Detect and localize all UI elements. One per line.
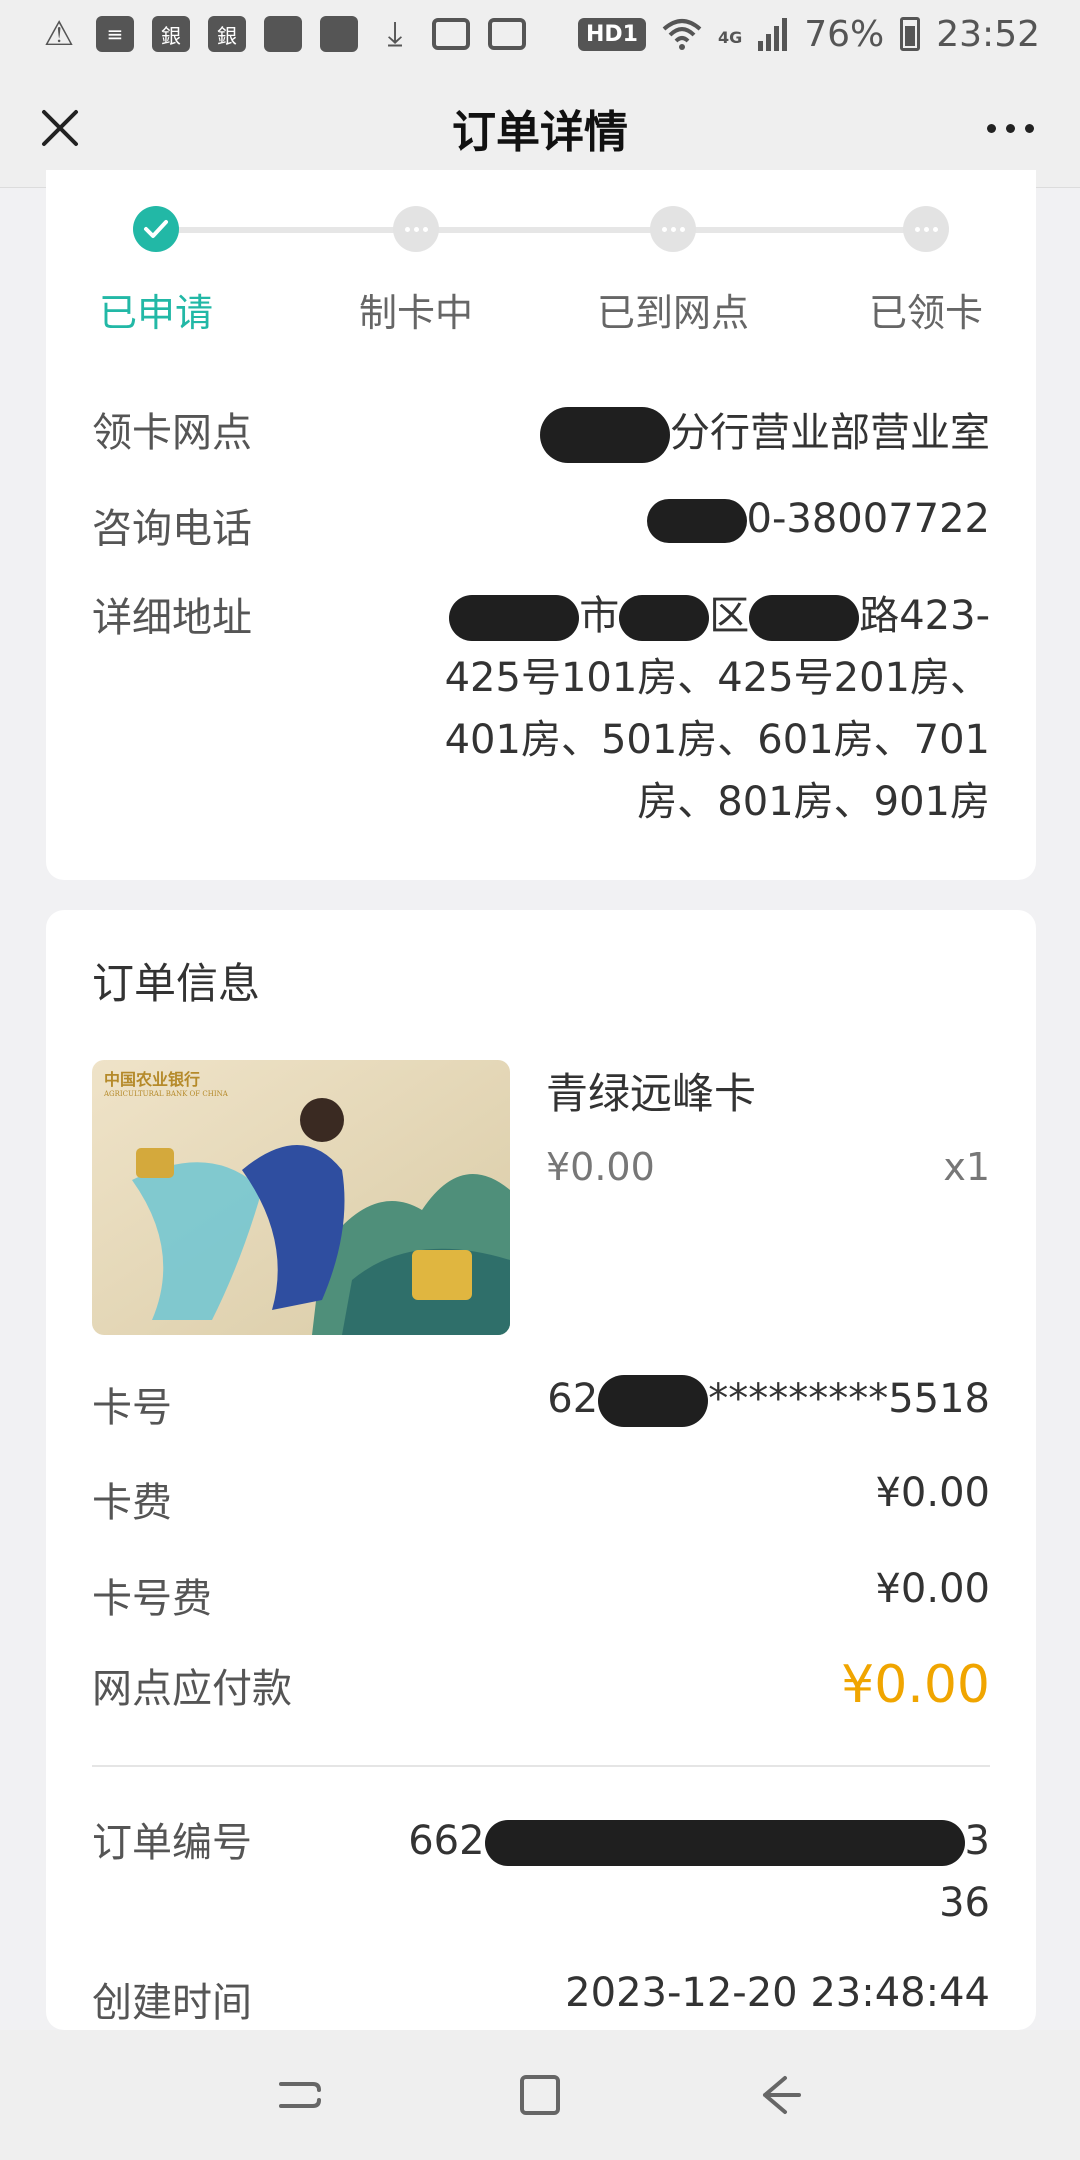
app-icon — [264, 16, 302, 52]
step-applied: 已申请 — [56, 170, 256, 337]
phone-label: 咨询电话 — [92, 506, 252, 552]
branch-card: 已申请 制卡中 已到网点 已领卡 领卡网点 分行营业部营业室 咨询电话 0-38… — [46, 170, 1036, 880]
card-fee-label: 卡费 — [92, 1480, 172, 1526]
card-bank-name-en: AGRICULTURAL BANK OF CHINA — [104, 1090, 228, 1098]
home-icon — [520, 2075, 560, 2115]
divider — [92, 1765, 990, 1767]
step-making: 制卡中 — [316, 170, 516, 337]
address-label: 详细地址 — [92, 595, 252, 641]
image-icon — [432, 18, 470, 50]
system-status: HD1 4G 76% 23:52 — [577, 13, 1040, 55]
address-row: 详细地址 市区路423- 425号101房、425号201房、401房、501房… — [92, 585, 990, 833]
card-bank-name: 中国农业银行 — [104, 1070, 201, 1089]
card-number-row: 卡号 62 *********5518 — [92, 1375, 990, 1433]
battery-percent: 76% — [804, 13, 885, 55]
redaction — [646, 499, 747, 543]
card-fee-row: 卡费 ¥0.00 — [92, 1470, 990, 1528]
step-label: 已到网点 — [596, 291, 749, 335]
clock: 23:52 — [936, 13, 1040, 55]
signal-icon — [758, 18, 788, 51]
recent-apps-button[interactable] — [260, 2055, 340, 2135]
pay-label: 网点应付款 — [92, 1666, 292, 1712]
more-dot-icon — [1024, 123, 1034, 133]
redaction — [449, 595, 580, 641]
created-row: 创建时间 2023-12-20 23:48:44 — [92, 1970, 990, 2028]
branch-row: 领卡网点 分行营业部营业室 — [92, 400, 990, 463]
progress-track — [156, 227, 926, 233]
notification-icons: ⚠ ≡ 銀 銀 ⤓ — [40, 14, 526, 54]
check-icon — [133, 206, 179, 252]
voicemail-icon — [488, 18, 526, 50]
back-icon — [763, 2076, 801, 2114]
created-label: 创建时间 — [92, 1980, 252, 2026]
phone-value[interactable]: 0-38007722 — [646, 496, 990, 554]
system-nav-bar — [0, 2030, 1080, 2160]
battery-icon — [900, 17, 921, 51]
order-number-label: 订单编号 — [92, 1820, 252, 1866]
card-number-label: 卡号 — [92, 1385, 172, 1431]
product-price: ¥0.00 — [546, 1145, 655, 1189]
order-number-value[interactable]: 662 3 36 — [390, 1810, 990, 1934]
product-qty: x1 — [943, 1145, 990, 1189]
redaction — [484, 1820, 965, 1866]
close-button[interactable] — [30, 98, 90, 158]
network-type: 4G — [717, 27, 743, 47]
app-icon — [320, 16, 358, 52]
order-number-row: 订单编号 662 3 36 — [92, 1810, 990, 1934]
step-label: 制卡中 — [358, 291, 473, 335]
back-button[interactable] — [740, 2055, 820, 2135]
step-arrived: 已到网点 — [573, 170, 773, 337]
more-dot-icon — [986, 123, 996, 133]
close-icon — [42, 110, 78, 146]
redaction — [540, 407, 670, 463]
pay-row: 网点应付款 ¥0.00 — [92, 1655, 990, 1715]
step-label: 已申请 — [98, 291, 213, 335]
warning-icon: ⚠ — [43, 14, 75, 54]
bank-icon: 銀 — [152, 16, 190, 52]
hd-badge: HD1 — [577, 17, 646, 51]
card-number-fee-label: 卡号费 — [92, 1576, 212, 1622]
order-card: 订单信息 中国农业银行 AGRICULTURAL BANK OF CHINA 青… — [46, 910, 1036, 2030]
bank-card-image: 中国农业银行 AGRICULTURAL BANK OF CHINA — [92, 1060, 510, 1335]
more-dot-icon — [1005, 123, 1015, 133]
card-number-value: 62 *********5518 — [547, 1375, 990, 1433]
phone-row: 咨询电话 0-38007722 — [92, 496, 990, 554]
download-icon: ⤓ — [387, 14, 403, 54]
recent-apps-icon — [279, 2082, 321, 2108]
pending-icon — [393, 206, 439, 252]
wifi-icon — [662, 19, 702, 50]
home-button[interactable] — [500, 2055, 580, 2135]
card-number-fee-value: ¥0.00 — [875, 1566, 990, 1612]
card-fee-value: ¥0.00 — [875, 1470, 990, 1516]
step-received: 已领卡 — [826, 170, 1026, 337]
created-value: 2023-12-20 23:48:44 — [565, 1970, 990, 2016]
pending-icon — [903, 206, 949, 252]
address-value: 市区路423- 425号101房、425号201房、401房、501房、601房… — [444, 593, 990, 825]
status-bar: ⚠ ≡ 銀 銀 ⤓ HD1 4G 76% 23:52 — [0, 0, 1080, 68]
pending-icon — [650, 206, 696, 252]
redaction — [749, 595, 860, 641]
redaction — [619, 595, 710, 641]
branch-label: 领卡网点 — [92, 410, 252, 456]
step-label: 已领卡 — [868, 291, 983, 335]
product-name: 青绿远峰卡 — [546, 1069, 757, 1118]
card-number-fee-row: 卡号费 ¥0.00 — [92, 1566, 990, 1624]
document-icon: ≡ — [96, 16, 134, 52]
bank-icon: 銀 — [208, 16, 246, 52]
redaction — [598, 1375, 709, 1427]
more-button[interactable] — [970, 98, 1050, 158]
branch-value: 分行营业部营业室 — [540, 400, 990, 463]
section-title: 订单信息 — [92, 959, 261, 1008]
pay-amount: ¥0.00 — [841, 1655, 990, 1715]
page-title: 订单详情 — [452, 106, 628, 158]
